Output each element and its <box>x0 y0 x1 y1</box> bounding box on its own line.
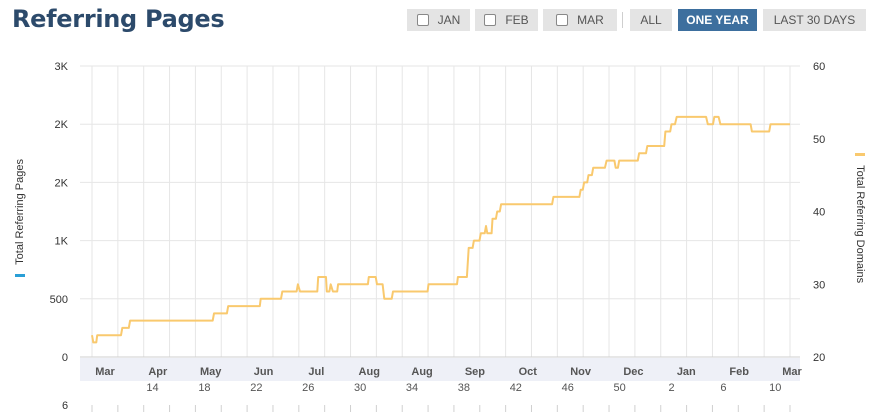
week-tick-label: 18 <box>198 382 210 394</box>
week-tick-label: 46 <box>562 382 574 394</box>
month-tick-label: Dec <box>623 366 643 378</box>
right-tick-label: 40 <box>813 207 825 219</box>
week-tick-label: 34 <box>406 382 418 394</box>
right-series-swatch <box>854 152 865 156</box>
right-axis-label: Total Referring Domains <box>854 165 866 284</box>
left-axis-label: Total Referring Pages <box>14 159 26 265</box>
month-tick-label: Aug <box>359 366 380 378</box>
month-tick-label: Sep <box>465 366 485 378</box>
week-tick-label: 6 <box>720 382 726 394</box>
right-axis-ticks: 20 30 40 50 60 <box>813 61 825 364</box>
month-tick-label: Feb <box>729 366 749 378</box>
left-axis-ticks: 0 500 1K 2K 2K 3K <box>50 61 69 364</box>
left-tick-label: 2K <box>55 177 69 189</box>
left-tick-label: 2K <box>55 119 69 131</box>
month-tick-label: Apr <box>148 366 168 378</box>
month-tick-label: Jun <box>254 366 274 378</box>
week-tick-label: 14 <box>146 382 158 394</box>
week-tick-label: 22 <box>250 382 262 394</box>
week-tick-label: 38 <box>458 382 470 394</box>
week-axis-ticks: 14 18 22 26 30 34 38 42 46 50 2 6 10 <box>146 382 781 394</box>
week-tick-label: 50 <box>613 382 625 394</box>
left-series-swatch <box>15 273 26 277</box>
month-tick-label: Oct <box>519 366 538 378</box>
right-axis-title: Total Referring Domains <box>854 138 866 298</box>
left-tick-label: 1K <box>55 236 69 248</box>
week-tick-label: 42 <box>510 382 522 394</box>
month-tick-label: Jul <box>308 366 324 378</box>
right-tick-label: 30 <box>813 279 825 291</box>
left-tick-label: 500 <box>50 294 68 306</box>
left-tick-label: 0 <box>62 352 68 364</box>
right-tick-label: 60 <box>813 61 825 73</box>
referring-pages-chart: 0 500 1K 2K 2K 3K 20 30 40 50 60 Mar Apr May Jun Jul A… <box>50 61 825 412</box>
week-tick-label: 30 <box>354 382 366 394</box>
week-tick-label: 10 <box>769 382 781 394</box>
left-tick-label: 3K <box>55 61 69 73</box>
month-tick-label: May <box>200 366 222 378</box>
month-tick-label: Mar <box>782 366 802 378</box>
month-tick-label: Mar <box>95 366 115 378</box>
referring-domains-line <box>91 115 790 344</box>
month-tick-label: Nov <box>570 366 592 378</box>
left-axis-title: Total Referring Pages <box>14 138 26 298</box>
right-tick-label: 50 <box>813 134 825 146</box>
month-tick-label: Jan <box>677 366 696 378</box>
week-tick-label: 2 <box>668 382 674 394</box>
week-tick-label: 26 <box>302 382 314 394</box>
month-tick-label: Aug <box>411 366 432 378</box>
lower-axis-label: 6 <box>62 400 68 412</box>
right-tick-label: 20 <box>813 352 825 364</box>
